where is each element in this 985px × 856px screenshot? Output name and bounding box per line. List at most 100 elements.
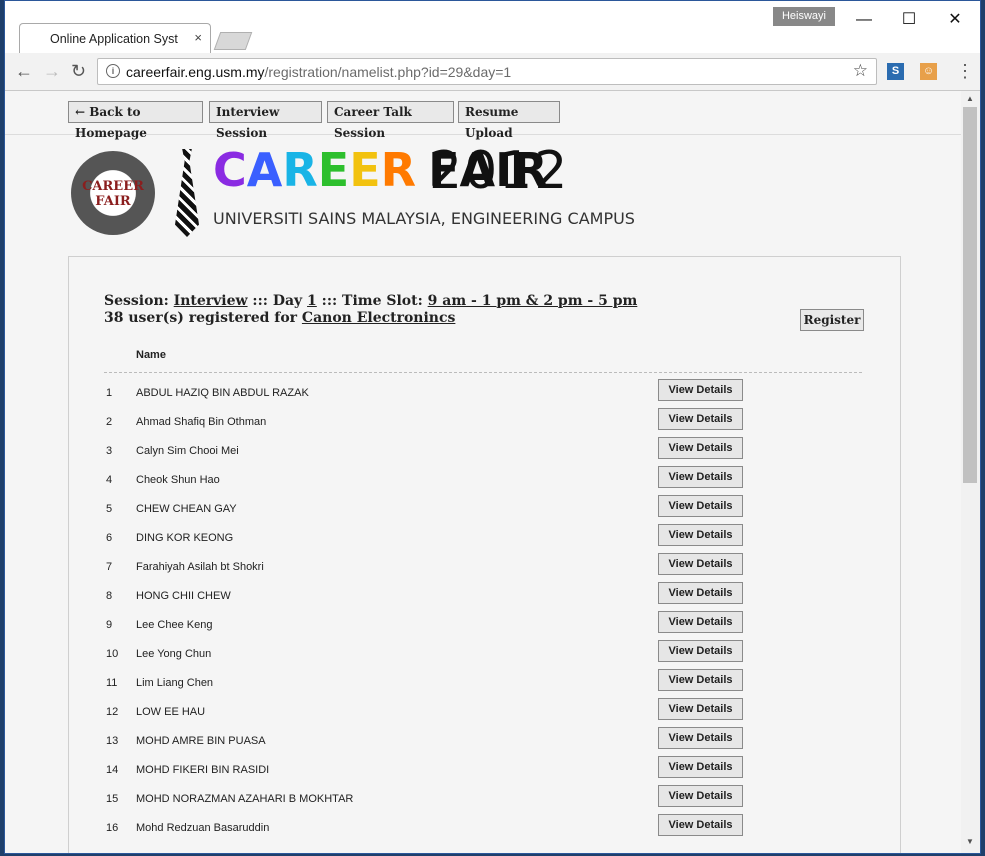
table-row: 9 Lee Chee Keng View Details — [69, 610, 900, 639]
day-label: ::: Day — [247, 293, 308, 309]
row-number: 5 — [106, 503, 113, 515]
new-tab-button[interactable] — [213, 32, 253, 50]
view-details-button[interactable]: View Details — [658, 640, 743, 662]
row-number: 9 — [106, 619, 113, 631]
reload-icon[interactable]: ↻ — [71, 61, 86, 82]
header-divider — [104, 372, 862, 373]
table-row: 15 MOHD NORAZMAN AZAHARI B MOKHTAR View De… — [69, 784, 900, 813]
session-label: Session: — [104, 293, 174, 309]
table-row: 11 Lim Liang Chen View Details — [69, 668, 900, 697]
extension-face-icon[interactable]: ☺ — [920, 63, 937, 80]
scroll-down-icon[interactable]: ▼ — [966, 837, 974, 846]
namelist-panel: Session: Interview ::: Day 1 ::: Time Sl… — [68, 256, 901, 853]
row-number: 2 — [106, 416, 113, 428]
table-row: 2 Ahmad Shafiq Bin Othman View Details — [69, 407, 900, 436]
brand-letter: E — [317, 143, 350, 197]
table-row: 7 Farahiyah Asilah bt Shokri View Details — [69, 552, 900, 581]
row-number: 16 — [106, 822, 119, 834]
brand-letter: A — [246, 143, 283, 197]
applicant-name: Cheok Shun Hao — [136, 474, 220, 486]
address-bar[interactable]: i careerfair.eng.usm.my/registration/nam… — [97, 58, 877, 85]
scroll-up-icon[interactable]: ▲ — [966, 94, 974, 103]
name-column-header: Name — [136, 349, 166, 361]
view-details-button[interactable]: View Details — [658, 524, 743, 546]
applicant-name: Farahiyah Asilah bt Shokri — [136, 561, 264, 573]
applicant-name: Calyn Sim Chooi Mei — [136, 445, 239, 457]
url-text: careerfair.eng.usm.my/registration/namel… — [126, 64, 511, 80]
minimize-icon[interactable]: — — [842, 6, 886, 34]
row-number: 8 — [106, 590, 113, 602]
time-slot-link[interactable]: 9 am - 1 pm & 2 pm - 5 pm — [428, 293, 638, 309]
day-link[interactable]: 1 — [307, 293, 317, 309]
row-number: 11 — [106, 677, 118, 689]
time-slot-label: ::: Time Slot: — [316, 293, 428, 309]
row-number: 13 — [106, 735, 119, 747]
applicant-name: MOHD NORAZMAN AZAHARI B MOKHTAR — [136, 793, 354, 805]
view-details-button[interactable]: View Details — [658, 814, 743, 836]
row-number: 4 — [106, 474, 113, 486]
tab-title: Online Application System — [50, 32, 178, 46]
company-link[interactable]: Canon Electronincs — [302, 310, 455, 326]
table-row: 1 ABDUL HAZIQ BIN ABDUL RAZAK View Details — [69, 378, 900, 407]
brand-letter: R — [282, 143, 318, 197]
forward-icon[interactable]: → — [43, 61, 61, 82]
bookmark-star-icon[interactable]: ☆ — [853, 61, 868, 81]
applicant-name: Lee Yong Chun — [136, 648, 212, 660]
brand-subtitle: UNIVERSITI SAINS MALAYSIA, ENGINEERING C… — [213, 209, 635, 228]
maximize-icon[interactable]: ☐ — [887, 6, 931, 34]
view-details-button[interactable]: View Details — [658, 379, 743, 401]
close-window-icon[interactable]: ✕ — [933, 6, 977, 34]
career-fair-logo: CAREER FAIR — [71, 151, 155, 235]
tab-close-icon[interactable]: × — [194, 30, 202, 45]
view-details-button[interactable]: View Details — [658, 553, 743, 575]
view-details-button[interactable]: View Details — [658, 582, 743, 604]
table-row: 5 CHEW CHEAN GAY View Details — [69, 494, 900, 523]
brand-year: 2012 — [429, 141, 570, 201]
row-number: 10 — [106, 648, 119, 660]
title-bar: Online Application System × Heiswayi — ☐… — [5, 1, 980, 54]
browser-tab[interactable]: Online Application System × — [19, 23, 211, 54]
info-icon[interactable]: i — [106, 64, 120, 78]
table-row: 12 LOW EE HAU View Details — [69, 697, 900, 726]
table-row: 14 MOHD FIKERI BIN RASIDI View Details — [69, 755, 900, 784]
vertical-scrollbar[interactable]: ▲ ▼ — [961, 91, 980, 853]
applicant-name: CHEW CHEAN GAY — [136, 503, 237, 515]
back-icon[interactable]: ← — [15, 61, 33, 82]
row-number: 15 — [106, 793, 119, 805]
row-number: 7 — [106, 561, 113, 573]
url-host: careerfair.eng.usm.my — [126, 64, 265, 80]
session-type-link[interactable]: Interview — [174, 293, 248, 309]
view-details-button[interactable]: View Details — [658, 611, 743, 633]
tie-icon — [175, 149, 199, 237]
extension-s-icon[interactable]: S — [887, 63, 904, 80]
register-button[interactable]: Register — [800, 309, 864, 331]
view-details-button[interactable]: View Details — [658, 466, 743, 488]
view-details-button[interactable]: View Details — [658, 408, 743, 430]
brand-letter: E — [349, 143, 381, 197]
scrollbar-thumb[interactable] — [963, 107, 977, 483]
table-row: 8 HONG CHII CHEW View Details — [69, 581, 900, 610]
view-details-button[interactable]: View Details — [658, 756, 743, 778]
table-row: 16 Mohd Redzuan Basaruddin View Details — [69, 813, 900, 842]
interview-session-button[interactable]: Interview Session — [209, 101, 322, 140]
row-number: 3 — [106, 445, 113, 457]
table-row: 3 Calyn Sim Chooi Mei View Details — [69, 436, 900, 465]
browser-window: Online Application System × Heiswayi — ☐… — [4, 0, 981, 854]
page-viewport: ← Back to Homepage Interview Session Car… — [5, 91, 961, 853]
career-talk-session-button[interactable]: Career Talk Session — [327, 101, 454, 140]
url-path: /registration/namelist.php?id=29&day=1 — [264, 64, 512, 80]
top-nav: ← Back to Homepage Interview Session Car… — [5, 91, 961, 140]
view-details-button[interactable]: View Details — [658, 785, 743, 807]
back-to-homepage-button[interactable]: ← Back to Homepage — [68, 101, 203, 140]
menu-icon[interactable]: ⋮ — [956, 61, 974, 82]
applicant-name: HONG CHII CHEW — [136, 590, 231, 602]
resume-upload-button[interactable]: Resume Upload — [458, 101, 560, 140]
row-number: 14 — [106, 764, 119, 776]
view-details-button[interactable]: View Details — [658, 495, 743, 517]
view-details-button[interactable]: View Details — [658, 698, 743, 720]
view-details-button[interactable]: View Details — [658, 727, 743, 749]
view-details-button[interactable]: View Details — [658, 437, 743, 459]
profile-badge[interactable]: Heiswayi — [773, 7, 835, 26]
applicant-name: Lim Liang Chen — [136, 677, 214, 689]
view-details-button[interactable]: View Details — [658, 669, 743, 691]
